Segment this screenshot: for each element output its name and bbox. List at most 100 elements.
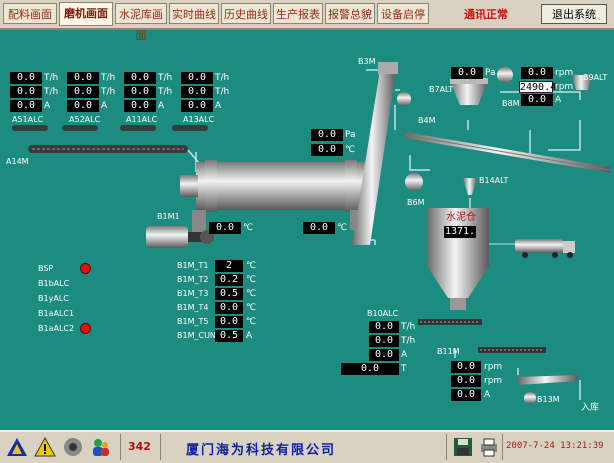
separator-2 <box>160 434 161 460</box>
feeder-label: A51ALC <box>12 115 44 124</box>
motor-label: B1M1 <box>157 212 180 221</box>
silo-level-value: 1371. <box>444 226 476 238</box>
speaker-icon[interactable] <box>62 436 84 458</box>
mill-point-value: 2 <box>215 260 243 272</box>
alarm-indicator <box>80 263 91 274</box>
feeder-unit: A <box>101 101 108 111</box>
feeder-value: 0.0 <box>181 72 213 84</box>
feeder-unit: T/h <box>158 87 173 97</box>
tab-batching[interactable]: 配料画面 <box>3 3 57 24</box>
tab-alarm-overview[interactable]: 报警总貌 <box>325 3 375 24</box>
alarm-label: B1yALC <box>38 294 69 303</box>
feeder-unit: T/h <box>215 73 230 83</box>
feeder-value: 0.0 <box>181 100 213 112</box>
feeder-unit: T/h <box>101 73 116 83</box>
tab-cement-silo[interactable]: 水泥库画面 <box>115 3 167 42</box>
feeder-unit: A <box>44 101 51 111</box>
bucket-elevator-b3m <box>352 62 398 245</box>
mill-point-label: B1M_T3 <box>177 289 209 298</box>
mill-point-value: 0.2 <box>215 274 243 286</box>
feeder-unit: T/h <box>101 87 116 97</box>
save-icon[interactable] <box>452 436 474 458</box>
feeder-unit: A <box>158 101 165 111</box>
company-name: 厦门海为科技有限公司 <box>186 443 337 458</box>
feeder-value: 0.0 <box>10 100 42 112</box>
separator-rpm-unit: rpm <box>555 68 574 78</box>
screw-b11 <box>478 347 546 353</box>
b10-value: 0.0 <box>369 321 399 333</box>
fan-pressure-value: 0.0 <box>451 67 483 79</box>
alarm-indicator <box>80 323 91 334</box>
feeder-value: 0.0 <box>10 72 42 84</box>
mill-pressure-unit: Pa <box>345 130 356 140</box>
mill-temp-value: 0.0 <box>311 144 343 156</box>
separator-rpm-value: 0.0 <box>521 67 553 79</box>
feeder-label: A52ALC <box>69 115 101 124</box>
mill-point-label: B1M_T4 <box>177 303 209 312</box>
cyclone-b7 <box>450 78 488 105</box>
feeder-value: 0.0 <box>181 86 213 98</box>
b10-label: B10ALC <box>367 309 399 318</box>
fan-pressure-unit: Pa <box>485 68 496 78</box>
tab-history-curve[interactable]: 历史曲线 <box>221 3 271 24</box>
separator-4 <box>502 434 503 460</box>
b10-value: 0.0 <box>369 335 399 347</box>
mill-point-label: B1M_T2 <box>177 275 209 284</box>
mill-point-value: 0.0 <box>215 302 243 314</box>
tab-realtime-curve[interactable]: 实时曲线 <box>169 3 219 24</box>
elevator-label: B3M <box>358 57 376 66</box>
printer-icon[interactable] <box>478 436 500 458</box>
alarm-label: B1aALC1 <box>38 309 75 318</box>
separator-label: B8M <box>502 99 520 108</box>
feeder-unit: T/h <box>44 73 59 83</box>
tab-mill[interactable]: 磨机画面 <box>59 2 113 26</box>
comm-status: 通讯正常 <box>464 8 508 21</box>
motor-temp-value: 0.0 <box>209 222 241 234</box>
b11-unit: rpm <box>484 362 503 372</box>
mill-point-label: B1M_T5 <box>177 317 209 326</box>
truck-icon <box>489 239 575 258</box>
outlet-temp-unit: ℃ <box>337 223 348 233</box>
mill-point-unit: A <box>246 331 253 341</box>
warning-icon[interactable] <box>34 436 56 458</box>
feeder-unit: T/h <box>215 87 230 97</box>
feeder-belts <box>12 125 208 131</box>
feeder-label: A11ALC <box>126 115 158 124</box>
b4-label: B4M <box>418 116 436 125</box>
mill-point-value: 0.0 <box>215 316 243 328</box>
b14-label: B14ALT <box>479 176 509 185</box>
silo-label: 水泥仓 <box>446 212 476 223</box>
mill-point-label: B1M_CUN <box>177 331 216 340</box>
users-icon[interactable] <box>90 436 112 458</box>
b11-value: 0.0 <box>451 389 481 401</box>
b10-unit: T <box>401 364 407 374</box>
fan-b4-icon <box>397 92 411 106</box>
b9-label: B9ALT <box>583 73 608 82</box>
tab-equipment-control[interactable]: 设备启停 <box>377 3 429 24</box>
mill-point-label: B1M_T1 <box>177 261 209 270</box>
separator-3 <box>446 434 447 460</box>
storage-label: 入库 <box>581 403 600 413</box>
conveyor-a14m <box>28 145 188 153</box>
feeder-value: 0.0 <box>124 72 156 84</box>
tab-production-report[interactable]: 生产报表 <box>273 3 323 24</box>
fan-b6-icon <box>405 173 423 191</box>
separator-current-value: 0.0 <box>521 94 553 106</box>
feeder-value: 0.0 <box>124 100 156 112</box>
b11-unit: rpm <box>484 376 503 386</box>
triangle-logo-icon[interactable] <box>6 436 28 458</box>
b11-label: B11M <box>437 347 460 356</box>
b10-unit: A <box>401 350 408 360</box>
feeder-unit: T/h <box>44 87 59 97</box>
outlet-temp-value: 0.0 <box>303 222 335 234</box>
separator-current-unit: A <box>555 95 562 105</box>
fan-label: B7ALT <box>429 85 454 94</box>
b6-label: B6M <box>407 198 425 207</box>
feeder-value: 0.0 <box>67 86 99 98</box>
conveyor-label: A14M <box>6 157 29 166</box>
b10-value: 0.0 <box>369 349 399 361</box>
mill-point-unit: ℃ <box>246 261 257 271</box>
motor-b13-icon <box>524 392 536 404</box>
exit-button[interactable]: 退出系统 <box>541 4 607 24</box>
feeder-value: 0.0 <box>67 72 99 84</box>
